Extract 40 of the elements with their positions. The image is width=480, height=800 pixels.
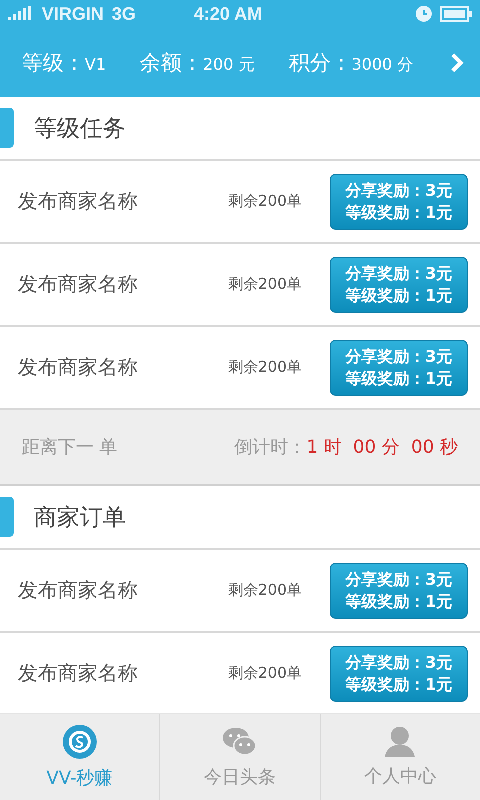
stat-label: 余额： [140,50,204,76]
merchant-name: 发布商家名称 [18,271,139,298]
section-accent [0,497,14,537]
reward-button[interactable]: 分享奖励：3元 等级奖励：1元 [330,646,468,702]
stat-value: V1 [85,54,106,74]
merchant-name: 发布商家名称 [18,354,139,381]
alarm-icon [416,6,432,22]
remaining-count: 剩余200单 [228,581,302,600]
remaining-count: 剩余200单 [228,664,302,683]
remaining-count: 剩余200单 [228,275,302,294]
person-icon [383,726,418,758]
merchant-name: 发布商家名称 [18,577,139,604]
reward-button[interactable]: 分享奖励：3元 等级奖励：1元 [330,256,468,312]
tab-item[interactable]: 个人中心 [320,714,480,800]
chevron-right-icon[interactable] [450,52,464,74]
reward-button[interactable]: 分享奖励：3元 等级奖励：1元 [330,562,468,618]
signal-icon [8,6,34,22]
network-type: 3G [112,4,136,24]
countdown-value: 1 时 00 分 00 秒 [306,436,458,459]
countdown-prefix: 倒计时： [234,436,307,459]
tab-item[interactable]: 今日头条 [159,714,320,800]
remaining-count: 剩余200单 [228,192,302,211]
stat-value: 200 元 [203,54,255,76]
clock-time: 4:20 AM [194,4,264,24]
coin-icon [62,724,98,760]
section-title: 等级任务 [34,114,126,144]
reward-button[interactable]: 分享奖励：3元 等级奖励：1元 [330,340,468,396]
stat-value: 3000 分 [352,54,414,76]
section-title: 商家订单 [34,504,126,532]
stat-label: 积分： [288,50,352,76]
carrier-name: VIRGIN [42,4,104,24]
remaining-count: 剩余200单 [228,358,302,377]
merchant-name: 发布商家名称 [18,660,139,687]
battery-icon [440,6,472,22]
tab-item[interactable]: VV-秒赚 [0,714,160,800]
reward-button[interactable]: 分享奖励：3元 等级奖励：1元 [330,174,468,230]
stat-label: 等级： [22,50,85,76]
countdown-label: 距离下一 单 [22,436,119,459]
merchant-name: 发布商家名称 [18,188,139,215]
section-accent [0,108,14,148]
